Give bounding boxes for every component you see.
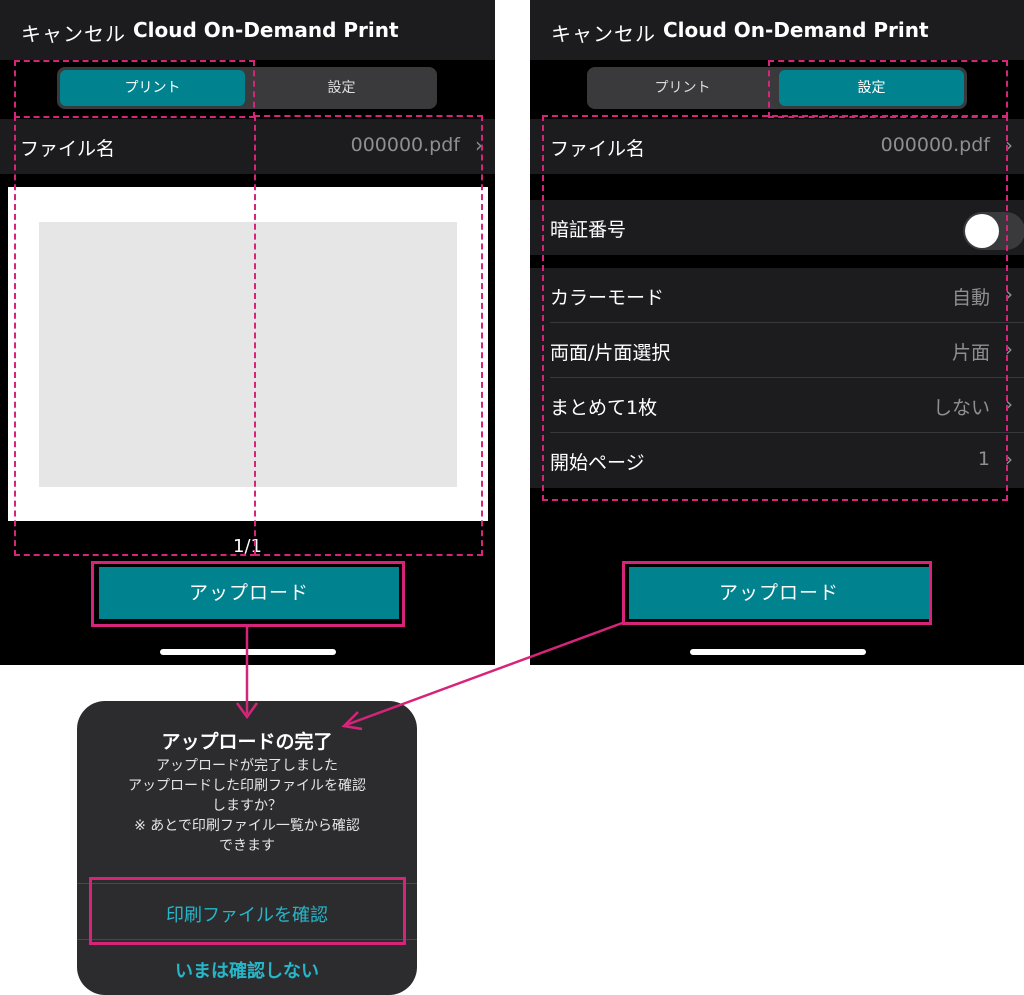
annotation-arrows xyxy=(235,620,626,731)
